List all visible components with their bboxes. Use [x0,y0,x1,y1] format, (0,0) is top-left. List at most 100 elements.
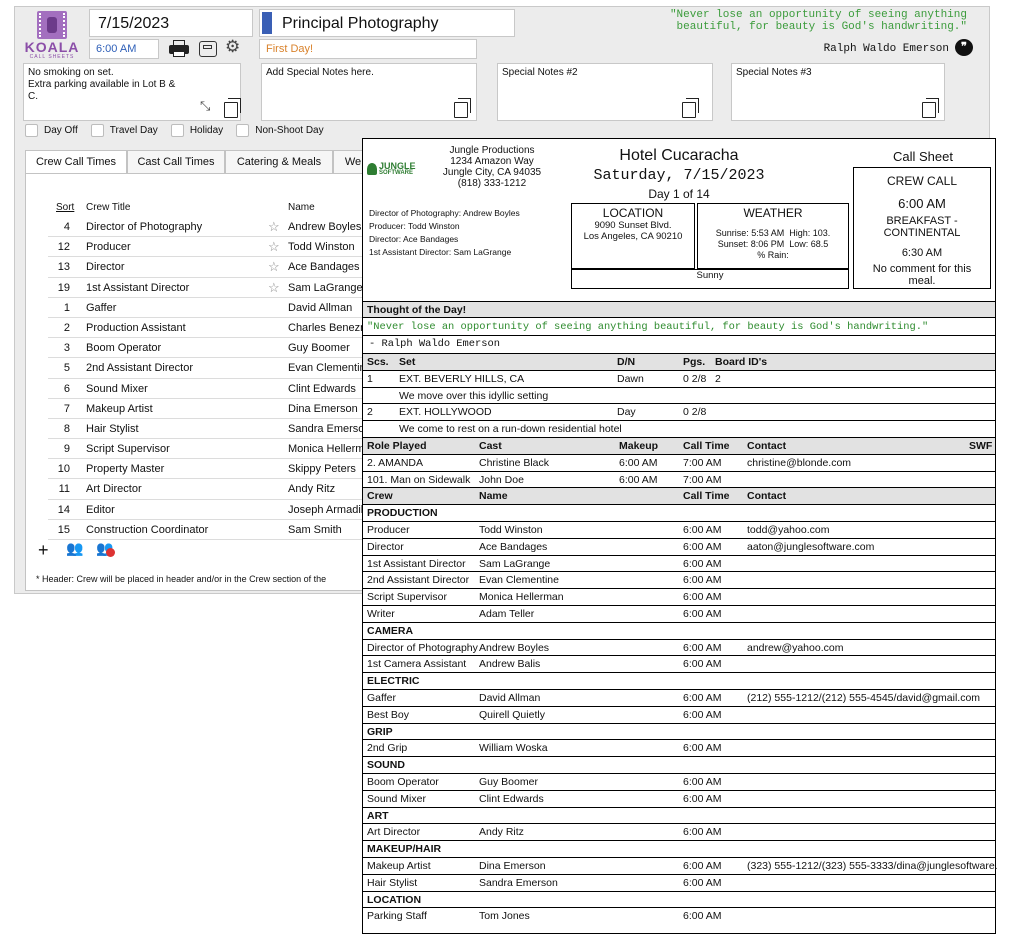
crew-position: 2nd Assistant Director [367,574,470,587]
crew-name: Evan Clementine [479,574,559,587]
non-shoot-day-checkbox[interactable] [236,124,250,137]
crew-table-row[interactable]: 5 2nd Assistant Director Evan Clementine [48,358,374,379]
scene-set: EXT. HOLLYWOOD [399,406,492,419]
cast-row: 2. AMANDA Christine Black 6:00 AM 7:00 AM ch… [363,453,995,471]
remove-crew-group-icon[interactable]: 👥 [96,540,115,557]
crew-name: Ace Bandages [479,540,548,553]
crew-name: Sam Smith [288,523,342,536]
crew-call-time: 6:00 AM [683,742,722,755]
day-of: Day 1 of 14 [648,187,710,201]
crew-name: William Woska [479,742,548,755]
add-crew-icon[interactable]: + [38,540,49,560]
department-row: CAMERA [363,621,995,639]
star-icon[interactable]: ☆ [268,278,280,298]
column-header-title[interactable]: Crew Title [86,202,130,213]
settings-gear-icon[interactable]: ⚙ [225,37,247,57]
expand-icon[interactable]: ⤡ [200,99,210,112]
crew-call-time: 6:00 AM [683,608,722,620]
star-icon[interactable]: ☆ [268,217,280,237]
star-icon[interactable]: ☆ [268,237,280,257]
rain-chance: % Rain: [757,250,789,260]
crew-table-row[interactable]: 6 Sound Mixer Clint Edwards [48,379,374,399]
department-name: MAKEUP/HAIR [367,843,442,856]
document-icon[interactable] [224,98,241,118]
special-notes-1[interactable]: Add Special Notes here. [261,63,477,121]
fax-icon[interactable] [199,41,217,57]
travel-day-checkbox[interactable] [90,124,104,137]
crew-title: Gaffer [86,301,117,314]
crew-row: Script Supervisor Monica Hellerman 6:00 AM [363,588,995,605]
document-icon[interactable] [922,98,939,118]
crew-table-row[interactable]: 12 Producer ☆ Todd Winston [48,237,374,258]
cast-contact: christine@blonde.com [747,456,852,469]
crew-title: Property Master [86,463,165,476]
low-temp: Low: 68.5 [789,239,829,249]
crew-position: Gaffer [367,692,396,704]
tab-crew-call-times[interactable]: Crew Call Times [25,150,127,174]
koala-logo: KOALA CALL SHEETS [21,11,83,63]
scene-pages: 0 2/8 [683,406,707,419]
day-off-checkbox[interactable] [25,124,38,137]
general-notes[interactable]: No smoking on set. Extra parking availab… [23,63,241,121]
quote-author: Ralph Waldo Emerson [823,43,949,55]
crew-call-box: CREW CALL 6:00 AM BREAKFAST - CONTINENTA… [853,167,991,289]
crew-name: Todd Winston [479,524,543,536]
crew-position: Best Boy [367,708,410,721]
crew-name: Quirell Quietly [479,708,545,721]
crew-table-row[interactable]: 4 Director of Photography ☆ Andrew Boyles [48,217,374,238]
scene-pages: 0 2/8 [683,372,707,385]
crew-table-row[interactable]: 9 Script Supervisor Monica Hellerman [48,439,374,460]
project-color-swatch[interactable] [262,12,272,34]
holiday-checkbox[interactable] [170,124,184,137]
crew-table-row[interactable]: 2 Production Assistant Charles Benezra [48,318,374,339]
day-type-checkboxes: Day Off Travel Day Holiday Non-Shoot Day [25,124,334,140]
crew-name: Charles Benezra [288,321,370,334]
time-field[interactable]: 6:00 AM [89,39,159,59]
crew-name: Tom Jones [479,910,530,923]
crew-table-row[interactable]: 7 Makeup Artist Dina Emerson [48,399,374,419]
crew-row: Director of Photography Andrew Boyles 6:00… [363,638,995,656]
scene-description: We move over this idyllic setting [399,389,549,402]
day-note-field[interactable]: First Day! [259,39,477,59]
print-icon[interactable] [169,40,189,58]
crew-name: Guy Boomer [288,342,350,355]
crew-table-row[interactable]: 15 Construction Coordinator Sam Smith [48,520,374,540]
scene-board: 2 [715,372,721,385]
crew-contact: andrew@yahoo.com [747,641,844,654]
project-title-field[interactable]: Principal Photography [259,9,515,37]
crew-table-row[interactable]: 14 Editor Joseph Armadillo [48,500,374,520]
crew-table-row[interactable]: 3 Boom Operator Guy Boomer [48,338,374,359]
tab-catering-meals[interactable]: Catering & Meals [225,150,333,174]
column-header-name[interactable]: Name [288,202,315,213]
special-notes-3[interactable]: Special Notes #3 [731,63,945,121]
crew-sort: 14 [57,503,70,516]
column-header-sort[interactable]: Sort [56,202,74,213]
crew-table-row[interactable]: 8 Hair Stylist Sandra Emerson [48,419,374,440]
special-notes-2[interactable]: Special Notes #2 [497,63,713,121]
date-field[interactable]: 7/15/2023 [89,9,253,37]
scene-row: 1 EXT. BEVERLY HILLS, CA Dawn 0 2/8 2 [363,369,995,387]
crew-name: Sam LaGrange [479,557,551,570]
tab-cast-call-times[interactable]: Cast Call Times [127,150,225,174]
crew-table-row[interactable]: 13 Director ☆ Ace Bandages [48,257,374,278]
crew-table-row[interactable]: 10 Property Master Skippy Peters [48,459,374,480]
scene-dn: Dawn [617,372,644,385]
crew-table-row[interactable]: 19 1st Assistant Director ☆ Sam LaGrange [48,278,374,298]
crew-name: Todd Winston [288,241,355,254]
crew-table-row[interactable]: 1 Gaffer David Allman [48,298,374,318]
scene-col-scs: Scs. [367,356,389,368]
cast-role: 2. AMANDA [367,456,424,469]
crew-table-row[interactable]: 11 Art Director Andy Ritz [48,479,374,500]
cast-col-call: Call Time [683,440,730,452]
quote-text: "Never lose an opportunity of seeing any… [507,9,967,33]
quote-bubble-icon[interactable]: ❞ [955,39,973,56]
document-icon[interactable] [454,98,471,118]
crew-group-icon[interactable]: 👥 [66,540,83,557]
crew-name: David Allman [288,301,353,314]
document-icon[interactable] [682,98,699,118]
crew-row: Art Director Andy Ritz 6:00 AM [363,823,995,840]
crew-sort: 8 [63,422,70,435]
crew-col-call: Call Time [683,490,730,503]
star-icon[interactable]: ☆ [268,257,280,277]
crew-sort: 6 [63,382,70,395]
